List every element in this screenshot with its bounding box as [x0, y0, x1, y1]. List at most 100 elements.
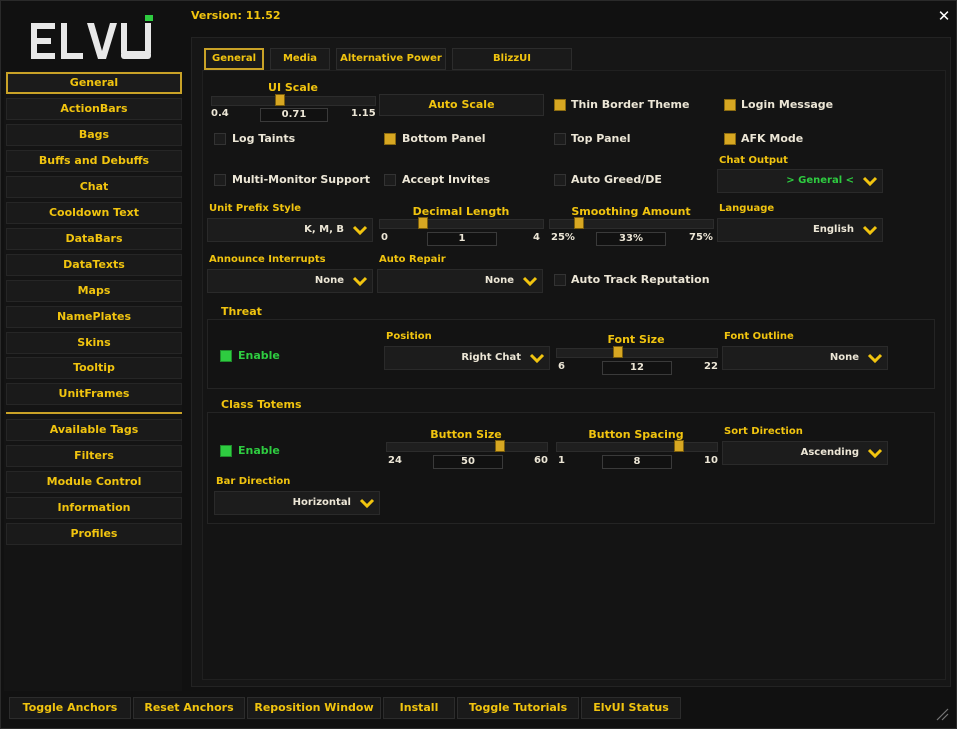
auto-greed-label: Auto Greed/DE: [571, 173, 662, 186]
slider-thumb[interactable]: [613, 346, 623, 358]
tab-general[interactable]: General: [204, 48, 264, 70]
slider-thumb[interactable]: [674, 440, 684, 452]
chevron-down-icon[interactable]: [861, 222, 879, 238]
smoothing-max: 75%: [689, 232, 713, 243]
accept-invites-checkbox[interactable]: [384, 174, 396, 186]
sidebar-item-information[interactable]: Information: [6, 497, 182, 519]
accept-invites-label: Accept Invites: [402, 173, 491, 186]
sidebar-item-unitframes[interactable]: UnitFrames: [6, 383, 182, 405]
multi-monitor-checkbox[interactable]: [214, 174, 226, 186]
slider-thumb[interactable]: [418, 217, 428, 229]
auto-scale-button[interactable]: Auto Scale: [379, 94, 544, 116]
chevron-down-icon[interactable]: [351, 273, 369, 289]
log-taints-checkbox[interactable]: [214, 133, 226, 145]
button-spacing-slider[interactable]: [556, 440, 718, 452]
slider-thumb[interactable]: [275, 94, 285, 106]
decimal-length-value[interactable]: 1: [427, 232, 497, 246]
sidebar-divider: [6, 412, 182, 414]
toggle-tutorials-button[interactable]: Toggle Tutorials: [457, 697, 579, 719]
resize-grip-icon[interactable]: [935, 707, 949, 721]
thin-border-checkbox[interactable]: [554, 99, 566, 111]
language-dropdown[interactable]: English: [717, 218, 883, 242]
auto-repair-dropdown[interactable]: None: [377, 269, 543, 293]
auto-greed-checkbox[interactable]: [554, 174, 566, 186]
chevron-down-icon[interactable]: [861, 173, 879, 189]
main-panel: General Media Alternative Power BlizzUI …: [191, 37, 951, 687]
bar-direction-label: Bar Direction: [216, 476, 291, 487]
threat-font-outline-value: None: [829, 352, 859, 363]
sort-direction-label: Sort Direction: [724, 426, 803, 437]
sidebar-item-nameplates[interactable]: NamePlates: [6, 306, 182, 328]
button-size-value[interactable]: 50: [433, 455, 503, 469]
sidebar-item-chat[interactable]: Chat: [6, 176, 182, 198]
sidebar-item-datatexts[interactable]: DataTexts: [6, 254, 182, 276]
button-size-label: Button Size: [430, 428, 502, 441]
elvui-status-button[interactable]: ElvUI Status: [581, 697, 681, 719]
sidebar-item-actionbars[interactable]: ActionBars: [6, 98, 182, 120]
threat-enable-label: Enable: [238, 349, 280, 362]
threat-position-label: Position: [386, 331, 432, 342]
chevron-down-icon[interactable]: [358, 495, 376, 511]
top-panel-label: Top Panel: [571, 132, 631, 145]
chevron-down-icon[interactable]: [866, 445, 884, 461]
bar-direction-dropdown[interactable]: Horizontal: [214, 491, 380, 515]
log-taints-label: Log Taints: [232, 132, 296, 145]
threat-position-dropdown[interactable]: Right Chat: [384, 346, 550, 370]
sidebar-item-general[interactable]: General: [6, 72, 182, 94]
sidebar-item-cooldown[interactable]: Cooldown Text: [6, 202, 182, 224]
button-size-max: 60: [534, 455, 548, 466]
threat-font-size-min: 6: [558, 361, 565, 372]
smoothing-value[interactable]: 33%: [596, 232, 666, 246]
chevron-down-icon[interactable]: [351, 222, 369, 238]
button-spacing-value[interactable]: 8: [602, 455, 672, 469]
threat-font-outline-dropdown[interactable]: None: [722, 346, 888, 370]
slider-thumb[interactable]: [574, 217, 584, 229]
threat-position-value: Right Chat: [461, 352, 521, 363]
top-panel-checkbox[interactable]: [554, 133, 566, 145]
smoothing-slider[interactable]: [549, 217, 714, 229]
sidebar-item-bags[interactable]: Bags: [6, 124, 182, 146]
tab-media[interactable]: Media: [270, 48, 330, 70]
install-button[interactable]: Install: [383, 697, 455, 719]
threat-enable-checkbox[interactable]: [220, 350, 232, 362]
sidebar-item-profiles[interactable]: Profiles: [6, 523, 182, 545]
chevron-down-icon[interactable]: [866, 350, 884, 366]
chevron-down-icon[interactable]: [528, 350, 546, 366]
sidebar-item-filters[interactable]: Filters: [6, 445, 182, 467]
threat-font-size-slider[interactable]: [556, 346, 718, 358]
ui-scale-slider[interactable]: [211, 94, 376, 106]
reset-anchors-button[interactable]: Reset Anchors: [133, 697, 245, 719]
sidebar-item-skins[interactable]: Skins: [6, 332, 182, 354]
sidebar-item-buffs[interactable]: Buffs and Debuffs: [6, 150, 182, 172]
sidebar-item-databars[interactable]: DataBars: [6, 228, 182, 250]
announce-interrupts-label: Announce Interrupts: [209, 254, 326, 265]
afk-mode-checkbox[interactable]: [724, 133, 736, 145]
announce-interrupts-dropdown[interactable]: None: [207, 269, 373, 293]
ui-scale-value[interactable]: 0.71: [260, 108, 328, 122]
chat-output-dropdown[interactable]: > General <: [717, 169, 883, 193]
unit-prefix-value: K, M, B: [304, 224, 344, 235]
sidebar-item-module-control[interactable]: Module Control: [6, 471, 182, 493]
threat-title: Threat: [221, 305, 262, 318]
totems-enable-checkbox[interactable]: [220, 445, 232, 457]
tab-blizzui-improvements[interactable]: BlizzUI Improvements: [452, 48, 572, 84]
slider-thumb[interactable]: [495, 440, 505, 452]
sort-direction-dropdown[interactable]: Ascending: [722, 441, 888, 465]
tab-alternative-power[interactable]: Alternative Power: [336, 48, 446, 70]
decimal-length-slider[interactable]: [379, 217, 544, 229]
auto-track-rep-checkbox[interactable]: [554, 274, 566, 286]
reposition-window-button[interactable]: Reposition Window: [247, 697, 381, 719]
sidebar-item-available-tags[interactable]: Available Tags: [6, 419, 182, 441]
button-size-slider[interactable]: [386, 440, 548, 452]
bottom-panel-checkbox[interactable]: [384, 133, 396, 145]
sidebar-item-tooltip[interactable]: Tooltip: [6, 357, 182, 379]
threat-font-size-value[interactable]: 12: [602, 361, 672, 375]
close-icon[interactable]: ✕: [935, 7, 953, 25]
unit-prefix-dropdown[interactable]: K, M, B: [207, 218, 373, 242]
chevron-down-icon[interactable]: [521, 273, 539, 289]
language-label: Language: [719, 203, 775, 214]
sidebar-item-maps[interactable]: Maps: [6, 280, 182, 302]
ui-scale-max: 1.15: [351, 108, 376, 119]
toggle-anchors-button[interactable]: Toggle Anchors: [9, 697, 131, 719]
login-message-checkbox[interactable]: [724, 99, 736, 111]
